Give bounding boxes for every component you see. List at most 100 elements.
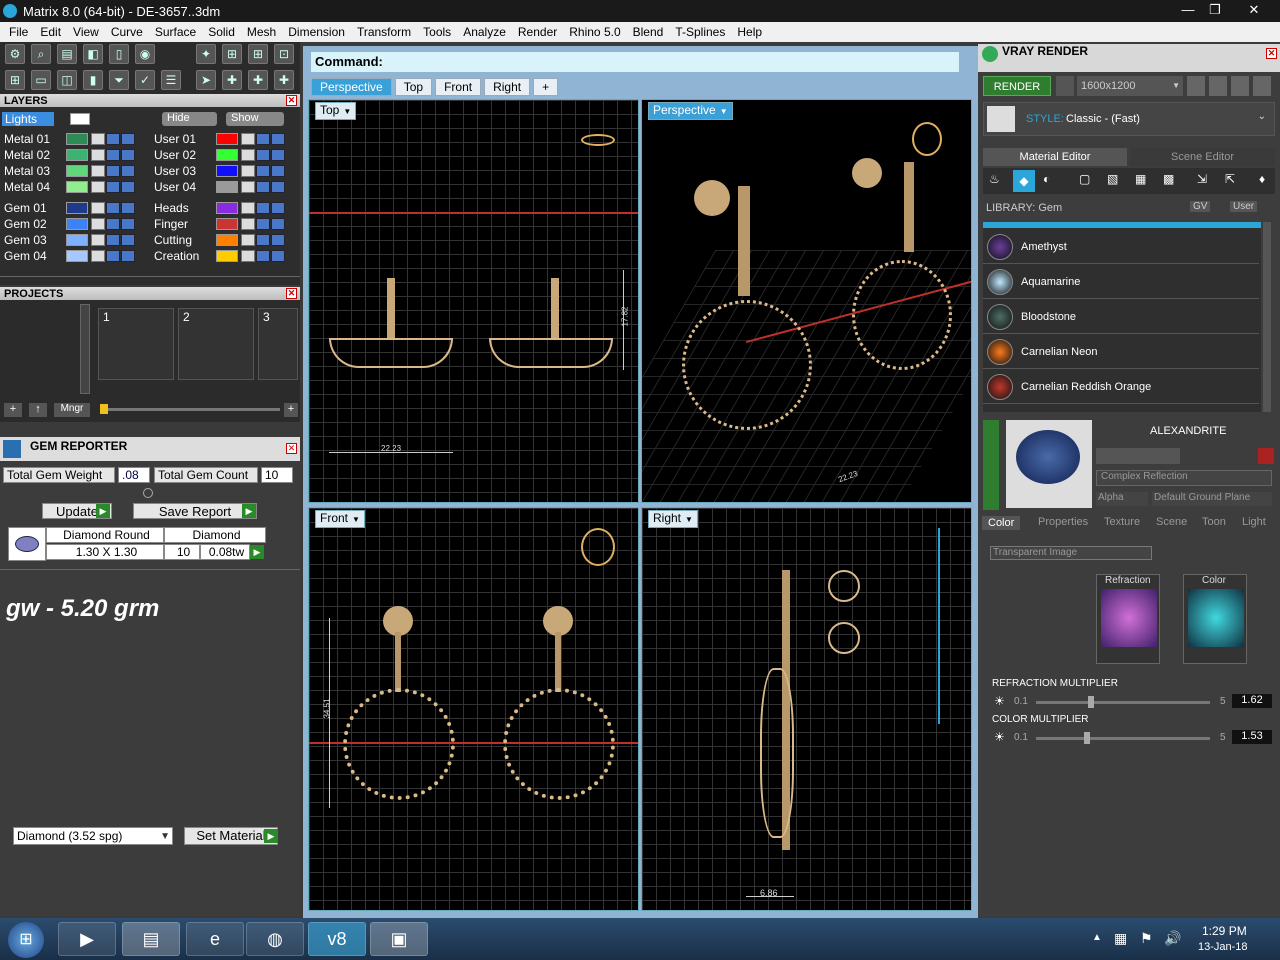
play-icon[interactable]: ▶ [242,504,256,518]
lock-icon[interactable] [91,132,105,145]
tab-material-editor[interactable]: Material Editor [983,148,1127,166]
layer-color-swatch[interactable] [66,217,88,230]
subtab-color[interactable]: Color [982,516,1021,530]
menu-dimension[interactable]: Dimension [282,25,351,39]
subtab-texture[interactable]: Texture [1104,516,1140,528]
subtab-light[interactable]: Light [1242,516,1266,528]
lock-icon[interactable] [91,148,105,161]
layer-color-swatch[interactable] [66,164,88,177]
render-icon[interactable] [271,233,285,246]
minimize-button[interactable]: — [1176,2,1200,17]
visibility-icon[interactable] [256,217,270,230]
visibility-icon[interactable] [256,148,270,161]
render-icon[interactable] [271,132,285,145]
render-icon[interactable] [121,249,135,262]
clock-date[interactable]: 13-Jan-18 [1198,941,1248,953]
box-icon[interactable]: ◫ [57,70,77,90]
lock-icon[interactable] [241,148,255,161]
cylinder-icon[interactable]: ▮ [83,70,103,90]
tool-a-icon[interactable]: ✦ [196,44,216,64]
visibility-icon[interactable] [256,180,270,193]
subtab-scene[interactable]: Scene [1156,516,1187,528]
layer-row[interactable]: Gem 02 [0,216,135,231]
texture-icon[interactable]: ▧ [1107,172,1118,186]
layer-color-swatch[interactable] [66,148,88,161]
layer-color-swatch[interactable] [216,148,238,161]
grid-view-icon[interactable] [1209,76,1227,96]
menu-blend[interactable]: Blend [627,25,670,39]
internet-explorer-icon[interactable]: e [186,922,244,956]
color-value[interactable]: 1.53 [1232,730,1272,744]
settings-icon[interactable]: ⚙ [5,44,25,64]
preview-tools[interactable] [1096,448,1180,464]
visibility-icon[interactable] [256,132,270,145]
sphere-icon[interactable]: ◉ [135,44,155,64]
sphere-icon[interactable]: ◐ [1043,172,1050,186]
visibility-icon[interactable] [106,249,120,262]
layer-row[interactable]: User 04 [150,179,285,194]
render-icon[interactable] [121,148,135,161]
tab-scene-editor[interactable]: Scene Editor [1130,148,1275,166]
list-view-icon[interactable] [1231,76,1249,96]
preview-collapse-button[interactable] [983,420,999,510]
lock-icon[interactable] [91,201,105,214]
layer-row[interactable]: Metal 03 [0,163,135,178]
project-slot-1[interactable]: 1 [98,308,174,380]
subtab-properties[interactable]: Properties [1038,516,1088,528]
menu-curve[interactable]: Curve [105,25,149,39]
lock-icon[interactable] [241,164,255,177]
search-icon[interactable]: ⌕ [31,44,51,64]
import-icon[interactable]: ⇲ [1197,172,1207,186]
color-slider[interactable] [1036,737,1210,740]
tab-right[interactable]: Right [484,78,531,96]
window-icon[interactable]: ▭ [31,70,51,90]
layer-row[interactable]: Gem 04 [0,248,135,263]
visibility-icon[interactable] [106,132,120,145]
lock-icon[interactable] [241,180,255,193]
menu-analyze[interactable]: Analyze [457,25,512,39]
refraction-slot[interactable]: Refraction [1096,574,1160,664]
render-icon[interactable] [271,249,285,262]
tool-b-icon[interactable]: ⊞ [222,44,242,64]
visibility-icon[interactable] [106,164,120,177]
image-viewer-icon[interactable]: ▣ [370,922,428,956]
grid-pattern-icon[interactable]: ▩ [1163,172,1174,186]
menu-tools[interactable]: Tools [417,25,457,39]
style-select[interactable]: STYLE: Classic - (Fast) ⌄ [983,102,1275,136]
material-item[interactable]: Carnelian Neon [983,335,1259,369]
transparent-image-select[interactable]: Transparent Image [990,546,1152,560]
cube-icon[interactable]: ◧ [83,44,103,64]
snap3-icon[interactable]: ✚ [274,70,294,90]
tab-top[interactable]: Top [394,78,433,96]
material-item[interactable]: Carnelian Reddish Orange [983,370,1259,404]
layer-row[interactable]: Metal 02 [0,147,135,162]
show-button[interactable]: Show [226,112,284,126]
layer-color-swatch[interactable] [216,249,238,262]
play-icon[interactable]: ▶ [96,504,110,518]
options-icon[interactable] [1253,76,1271,96]
render-icon[interactable] [121,164,135,177]
visibility-icon[interactable] [256,164,270,177]
render-icon[interactable] [271,217,285,230]
viewport-label-right[interactable]: Right ▼ [648,510,698,528]
layer-color-swatch[interactable] [216,164,238,177]
play-icon[interactable]: ▶ [250,545,264,559]
viewport-perspective[interactable]: Perspective ▼ 22.23 [641,99,972,503]
refresh-icon[interactable] [1258,448,1274,464]
layer-row[interactable]: User 02 [150,147,285,162]
gem-thumbnail[interactable] [8,527,46,561]
tray-arrow-icon[interactable]: ▲ [1092,932,1102,943]
play-icon[interactable]: ▶ [264,829,278,843]
menu-view[interactable]: View [67,25,105,39]
render-icon[interactable] [121,132,135,145]
render-icon[interactable] [121,217,135,230]
render-icon[interactable] [121,180,135,193]
lock-icon[interactable] [241,201,255,214]
export-icon[interactable]: ⇱ [1225,172,1235,186]
layer-color-swatch[interactable] [216,233,238,246]
lock-icon[interactable] [241,233,255,246]
gem-icon[interactable]: ◆ [1013,170,1035,192]
menu-file[interactable]: File [3,25,34,39]
layer-row[interactable]: User 01 [150,131,285,146]
camera-icon[interactable] [1056,76,1074,96]
